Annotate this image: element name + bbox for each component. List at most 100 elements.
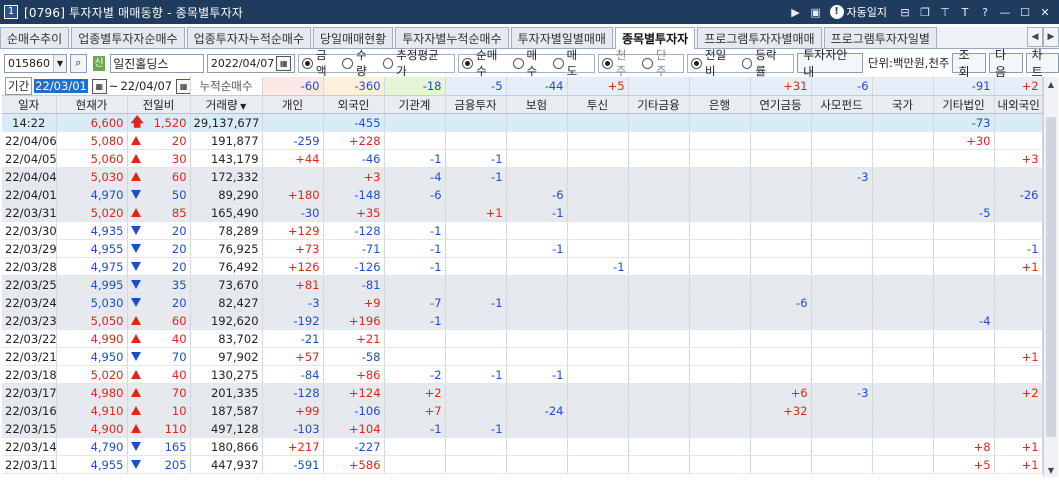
- column-header-2[interactable]: 전일비: [127, 95, 191, 114]
- help-icon[interactable]: ?: [977, 4, 993, 20]
- summary-기타금융: [628, 77, 690, 96]
- search-button[interactable]: 조회: [952, 48, 986, 79]
- sort-dropdown-icon[interactable]: ▼: [238, 102, 246, 111]
- radio-sell[interactable]: [552, 57, 564, 69]
- table-row[interactable]: 22/03/17 4,980 70 201,335 -128 +124 +2 +6 -3 +2: [2, 383, 1043, 402]
- memo-icon[interactable]: ▣: [808, 4, 824, 20]
- auto-lock-toggle[interactable]: ! 자동일지: [829, 4, 887, 20]
- column-header-8[interactable]: 보험: [506, 95, 568, 114]
- table-row[interactable]: 22/03/29 4,955 20 76,925 +73 -71 -1 -1 -1: [2, 239, 1043, 258]
- cell-price: 5,030: [56, 167, 128, 186]
- scroll-up-icon[interactable]: ▲: [1044, 77, 1058, 91]
- investor-guide-button[interactable]: 투자자안내: [797, 48, 863, 79]
- table-row[interactable]: 22/03/30 4,935 20 78,289 +129 -128 -1: [2, 221, 1043, 240]
- tab-7[interactable]: 프로그램투자자별매매: [697, 27, 822, 48]
- chevron-down-icon[interactable]: ▼: [53, 54, 66, 72]
- cell-투신: [567, 311, 629, 330]
- tab-scroll-left-icon[interactable]: ◀: [1027, 27, 1043, 47]
- table-row[interactable]: 22/03/15 4,900 110 497,128 -103 +104 -1 -1: [2, 419, 1043, 438]
- column-header-11[interactable]: 은행: [689, 95, 751, 114]
- tab-0[interactable]: 순매수추이: [0, 27, 70, 48]
- radio-quantity[interactable]: [342, 57, 354, 69]
- column-header-0[interactable]: 일자: [2, 95, 57, 114]
- period-from[interactable]: 22/03/01: [34, 79, 88, 93]
- cell-금융투자: +1: [445, 203, 507, 222]
- calendar-to-icon[interactable]: ▦: [176, 78, 190, 94]
- column-header-13[interactable]: 사모펀드: [811, 95, 873, 114]
- column-header-1[interactable]: 현재가: [56, 95, 128, 114]
- cell-price: 4,910: [56, 401, 128, 420]
- pin-icon[interactable]: ⊤: [937, 4, 953, 20]
- radio-thousand-shares[interactable]: [602, 57, 613, 69]
- minimize-icon[interactable]: —: [997, 4, 1013, 20]
- cell-금융투자: [445, 311, 507, 330]
- play-icon[interactable]: ▶: [788, 4, 804, 20]
- radio-single-shares[interactable]: [642, 57, 653, 69]
- column-header-4[interactable]: 개인: [262, 95, 324, 114]
- table-row[interactable]: 22/03/23 5,050 60 192,620 -192 +196 -1 -4: [2, 311, 1043, 330]
- font-size-icon[interactable]: T: [957, 4, 973, 20]
- table-row[interactable]: 22/04/04 5,030 60 172,332 +3 -4 -1 -3: [2, 167, 1043, 186]
- cell-기타법인: +30: [933, 131, 995, 150]
- period-to[interactable]: 22/04/07: [120, 79, 172, 93]
- unit-radio-group: 천주 단주: [598, 48, 685, 78]
- vertical-scrollbar[interactable]: ▲ ▼: [1043, 77, 1058, 477]
- column-header-15[interactable]: 기타법인: [933, 95, 995, 114]
- scroll-down-icon[interactable]: ▼: [1044, 463, 1058, 477]
- tab-8[interactable]: 프로그램투자자일별: [823, 27, 937, 48]
- table-row[interactable]: 22/03/16 4,910 10 187,587 +99 -106 +7 -24 +32: [2, 401, 1043, 420]
- column-header-9[interactable]: 투신: [567, 95, 629, 114]
- table-row[interactable]: 22/04/01 4,970 50 89,290 +180 -148 -6 -6 -26: [2, 185, 1043, 204]
- column-header-5[interactable]: 외국인: [323, 95, 385, 114]
- tab-5[interactable]: 투자자별일별매매: [510, 27, 613, 48]
- radio-prev-diff[interactable]: [691, 57, 703, 69]
- split-icon[interactable]: ⊟: [897, 4, 913, 20]
- table-row[interactable]: 22/03/21 4,950 70 97,902 +57 -58 +1: [2, 347, 1043, 366]
- column-header-16[interactable]: 내외국인: [994, 95, 1043, 114]
- down-triangle-icon: [130, 226, 141, 235]
- cell-change: 10: [127, 401, 191, 420]
- table-row[interactable]: 22/03/28 4,975 20 76,492 +126 -126 -1 -1 +1: [2, 257, 1043, 276]
- tab-2[interactable]: 업종투자자누적순매수: [186, 27, 311, 48]
- search-icon[interactable]: ⌕: [70, 53, 87, 73]
- tab-4[interactable]: 투자자별누적순매수: [395, 27, 509, 48]
- column-header-7[interactable]: 금융투자: [445, 95, 507, 114]
- scroll-thumb[interactable]: [1046, 117, 1056, 437]
- table-row[interactable]: 14:22 6,600 🡅 1,520 29,137,677 -455 -73: [2, 113, 1043, 132]
- table-row[interactable]: 22/03/25 4,995 35 73,670 +81 -81: [2, 275, 1043, 294]
- table-row[interactable]: 22/03/24 5,030 20 82,427 -3 +9 -7 -1 -6: [2, 293, 1043, 312]
- radio-buy[interactable]: [512, 57, 524, 69]
- tab-scroll-right-icon[interactable]: ▶: [1043, 27, 1059, 47]
- table-row[interactable]: 22/03/18 5,020 40 130,275 -84 +86 -2 -1 -1: [2, 365, 1043, 384]
- next-button[interactable]: 다음: [989, 48, 1023, 79]
- base-date-field[interactable]: 2022/04/07 ▦: [206, 53, 296, 73]
- change-value: 40: [171, 331, 187, 346]
- chart-button[interactable]: 차트: [1025, 48, 1059, 79]
- table-row[interactable]: 22/04/05 5,060 30 143,179 +44 -46 -1 -1 +3: [2, 149, 1043, 168]
- stock-code-combo[interactable]: 015860 ▼: [4, 53, 67, 73]
- table-row[interactable]: 22/03/22 4,990 40 83,702 -21 +21: [2, 329, 1043, 348]
- calendar-from-icon[interactable]: ▦: [91, 78, 107, 94]
- radio-change-rate[interactable]: [741, 57, 753, 69]
- tab-6[interactable]: 종목별투자자: [614, 27, 696, 49]
- table-row[interactable]: 22/03/11 4,955 205 447,937 -591 +586 +5 +1: [2, 455, 1043, 474]
- column-header-14[interactable]: 국가: [872, 95, 934, 114]
- cell-개인: [262, 167, 324, 186]
- column-header-3[interactable]: 거래량 ▼: [190, 95, 263, 114]
- tab-1[interactable]: 업종별투자자순매수: [71, 27, 185, 48]
- tab-3[interactable]: 당일매매현황: [312, 27, 394, 48]
- column-header-6[interactable]: 기관계: [384, 95, 446, 114]
- column-header-12[interactable]: 연기금등: [750, 95, 812, 114]
- copy-window-icon[interactable]: ❐: [917, 4, 933, 20]
- radio-net-buy[interactable]: [462, 57, 474, 69]
- maximize-icon[interactable]: ☐: [1017, 4, 1033, 20]
- close-icon[interactable]: ✕: [1037, 4, 1053, 20]
- cell-보험: [506, 131, 568, 150]
- table-row[interactable]: 22/03/31 5,020 85 165,490 -30 +35 +1 -1 -5: [2, 203, 1043, 222]
- table-row[interactable]: 22/04/06 5,080 20 191,877 -259 +228 +30: [2, 131, 1043, 150]
- calendar-icon[interactable]: ▦: [276, 55, 292, 71]
- radio-amount[interactable]: [302, 57, 313, 69]
- column-header-10[interactable]: 기타금융: [628, 95, 690, 114]
- radio-avg-price[interactable]: [382, 57, 394, 69]
- table-row[interactable]: 22/03/14 4,790 165 180,866 +217 -227 +8 +1: [2, 437, 1043, 456]
